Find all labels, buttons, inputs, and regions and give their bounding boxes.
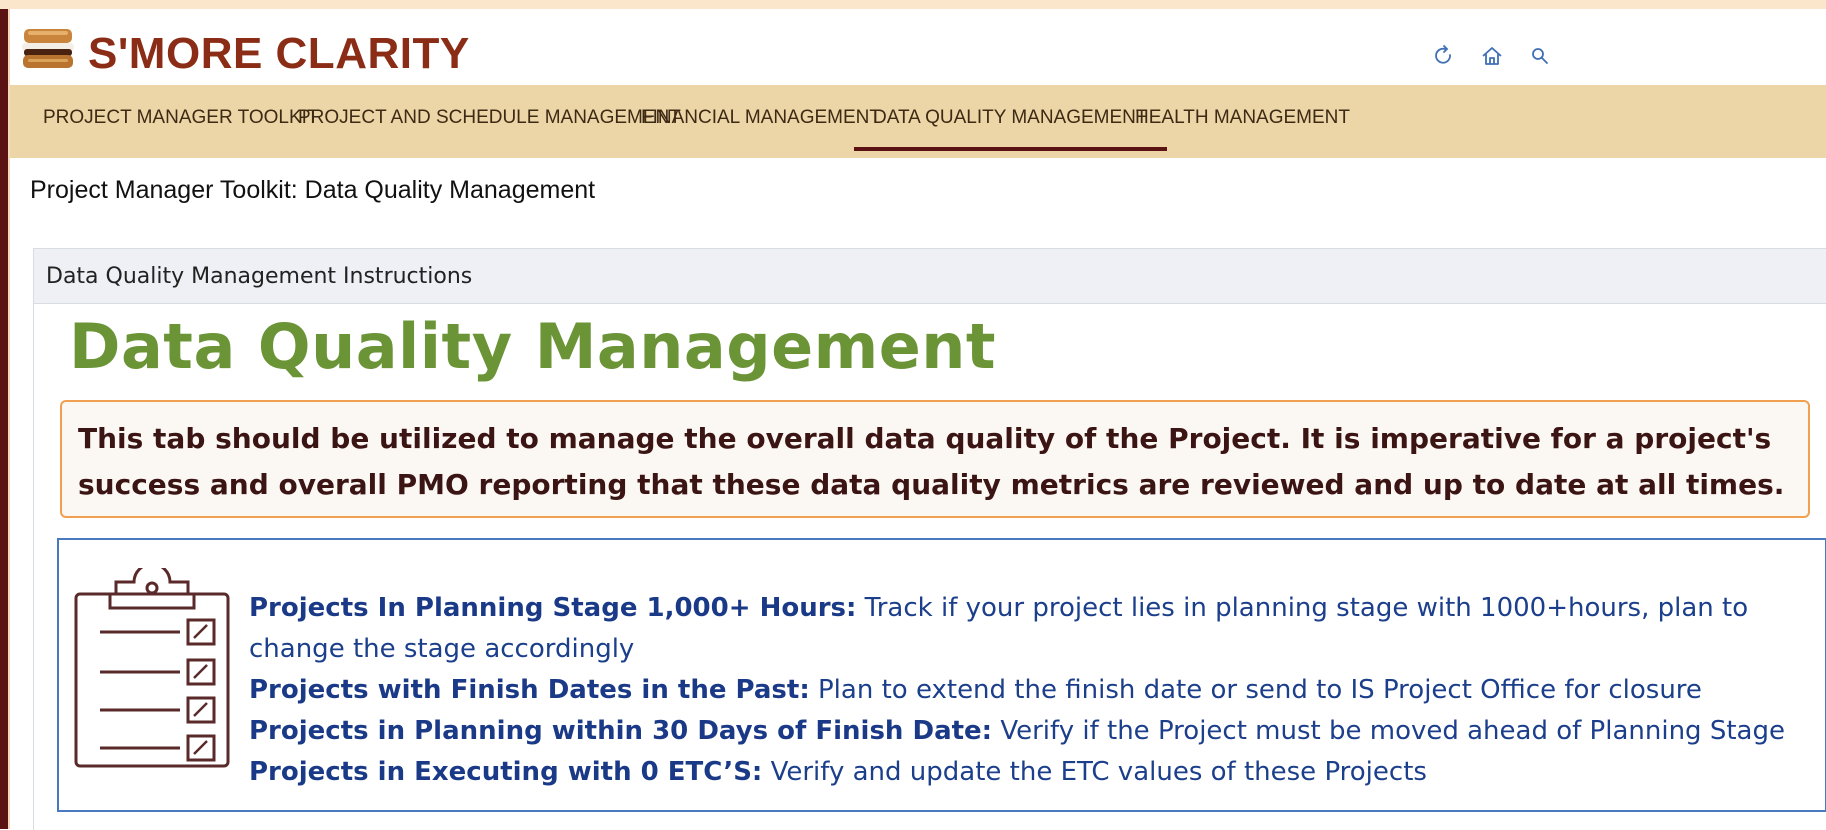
tab-health-management[interactable]: HEALTH MANAGEMENT (1135, 85, 1350, 158)
tab-financial-management[interactable]: FINANCIAL MANAGEMENT (641, 85, 881, 158)
metrics-list: Projects In Planning Stage 1,000+ Hours:… (249, 588, 1819, 793)
page-title: Project Manager Toolkit: Data Quality Ma… (30, 176, 596, 204)
top-strip (0, 0, 1826, 9)
metric-description: Verify if the Project must be moved ahea… (992, 716, 1785, 746)
metric-label: Projects in Executing with 0 ETC’S: (249, 757, 763, 787)
home-icon[interactable] (1479, 43, 1505, 69)
tab-project-and-schedule-management[interactable]: PROJECT AND SCHEDULE MANAGEMENT (298, 85, 681, 158)
metric-planning-30-days: Projects in Planning within 30 Days of F… (249, 711, 1819, 752)
intro-text: This tab should be utilized to manage th… (78, 422, 1785, 501)
metric-label: Projects in Planning within 30 Days of F… (249, 716, 993, 746)
metric-finish-dates-past: Projects with Finish Dates in the Past: … (249, 670, 1819, 711)
panel-title: Data Quality Management Instructions (46, 264, 473, 289)
metric-description: Plan to extend the finish date or send t… (809, 675, 1702, 705)
smore-logo-icon[interactable] (18, 21, 78, 79)
tab-data-quality-management[interactable]: DATA QUALITY MANAGEMENT (854, 85, 1166, 158)
metric-label: Projects In Planning Stage 1,000+ Hours: (249, 593, 857, 623)
metric-planning-1000-hours: Projects In Planning Stage 1,000+ Hours:… (249, 588, 1819, 670)
metric-label: Projects with Finish Dates in the Past: (249, 675, 810, 705)
search-icon[interactable] (1527, 43, 1553, 69)
app-title[interactable]: S'MORE CLARITY (88, 28, 470, 80)
metric-executing-zero-etc: Projects in Executing with 0 ETC’S: Veri… (249, 752, 1819, 793)
metric-description: Verify and update the ETC values of thes… (762, 757, 1427, 787)
tab-project-manager-toolkit[interactable]: PROJECT MANAGER TOOLKIT (43, 85, 319, 158)
app-header: S'MORE CLARITY (10, 9, 1826, 85)
clipboard-checklist-icon (72, 562, 232, 770)
refresh-icon[interactable] (1430, 43, 1456, 69)
section-heading: Data Quality Management (69, 310, 997, 383)
left-border (0, 9, 10, 829)
main-nav: PROJECT MANAGER TOOLKIT PROJECT AND SCHE… (10, 85, 1826, 158)
intro-callout: This tab should be utilized to manage th… (60, 400, 1810, 518)
panel-header: Data Quality Management Instructions (34, 249, 1826, 304)
